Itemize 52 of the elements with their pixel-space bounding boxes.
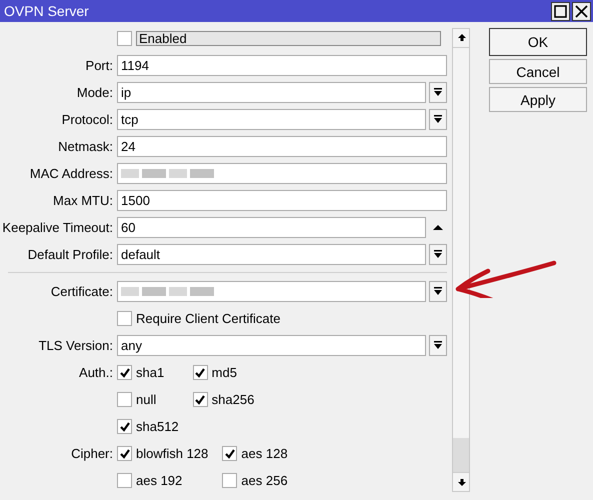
input-field[interactable]: 60 <box>117 217 426 238</box>
input-field[interactable]: default <box>117 244 426 265</box>
checkbox-label: sha256 <box>212 392 254 407</box>
field-label: Keepalive Timeout: <box>1 220 113 235</box>
field-label: TLS Version: <box>38 338 113 353</box>
input-field[interactable]: tcp <box>117 109 426 130</box>
field-label: Mode: <box>76 85 113 100</box>
checkbox-label: aes 192 <box>136 473 182 488</box>
field-label: Netmask: <box>57 139 113 154</box>
checkbox[interactable] <box>117 31 132 46</box>
input-field[interactable]: 1194 <box>117 55 447 76</box>
checkbox-label: sha1 <box>136 365 164 380</box>
checkbox-label: Require Client Certificate <box>136 311 281 326</box>
field-label: Default Profile: <box>26 247 113 262</box>
checkbox[interactable] <box>117 311 132 326</box>
dialog-button[interactable]: OK <box>489 28 587 56</box>
checkbox-label: blowfish 128 <box>136 446 208 461</box>
input-field[interactable] <box>117 281 426 302</box>
field-label: Max MTU: <box>52 193 113 208</box>
checkbox[interactable] <box>117 446 132 461</box>
checkbox-label: aes 128 <box>241 446 288 461</box>
window-title: OVPN Server <box>4 3 89 19</box>
checkbox-label: md5 <box>212 365 237 380</box>
checkbox[interactable] <box>117 392 132 407</box>
checkbox[interactable] <box>192 392 208 407</box>
checkbox-label: aes 256 <box>241 473 288 488</box>
checkbox-label: null <box>136 392 156 407</box>
input-field[interactable]: any <box>117 335 426 356</box>
scrollbar[interactable] <box>452 28 470 492</box>
input-field[interactable]: ip <box>117 82 426 103</box>
input-field[interactable]: 1500 <box>117 190 447 211</box>
checkbox[interactable] <box>222 446 238 461</box>
scroll-thumb[interactable] <box>453 438 469 472</box>
dialog-button[interactable]: Apply <box>489 87 587 112</box>
checkbox[interactable] <box>117 365 132 380</box>
checkbox[interactable] <box>117 419 132 434</box>
field-label: Port: <box>84 58 113 73</box>
checkbox[interactable] <box>192 365 208 380</box>
maximize-icon[interactable] <box>551 2 570 20</box>
input-field[interactable] <box>117 163 447 184</box>
field-label: Protocol: <box>60 112 113 127</box>
field-label: Cipher: <box>70 445 113 463</box>
checkbox-label: sha512 <box>136 419 179 434</box>
field-label: Certificate: <box>50 284 113 299</box>
dialog-button[interactable]: Cancel <box>489 59 587 84</box>
field-label: MAC Address: <box>28 166 113 181</box>
checkbox[interactable] <box>222 473 238 488</box>
close-icon[interactable] <box>572 2 591 20</box>
checkbox[interactable] <box>117 473 132 488</box>
input-field[interactable]: 24 <box>117 136 447 157</box>
checkbox-label[interactable]: Enabled <box>136 31 441 46</box>
field-label: Auth.: <box>78 364 113 382</box>
